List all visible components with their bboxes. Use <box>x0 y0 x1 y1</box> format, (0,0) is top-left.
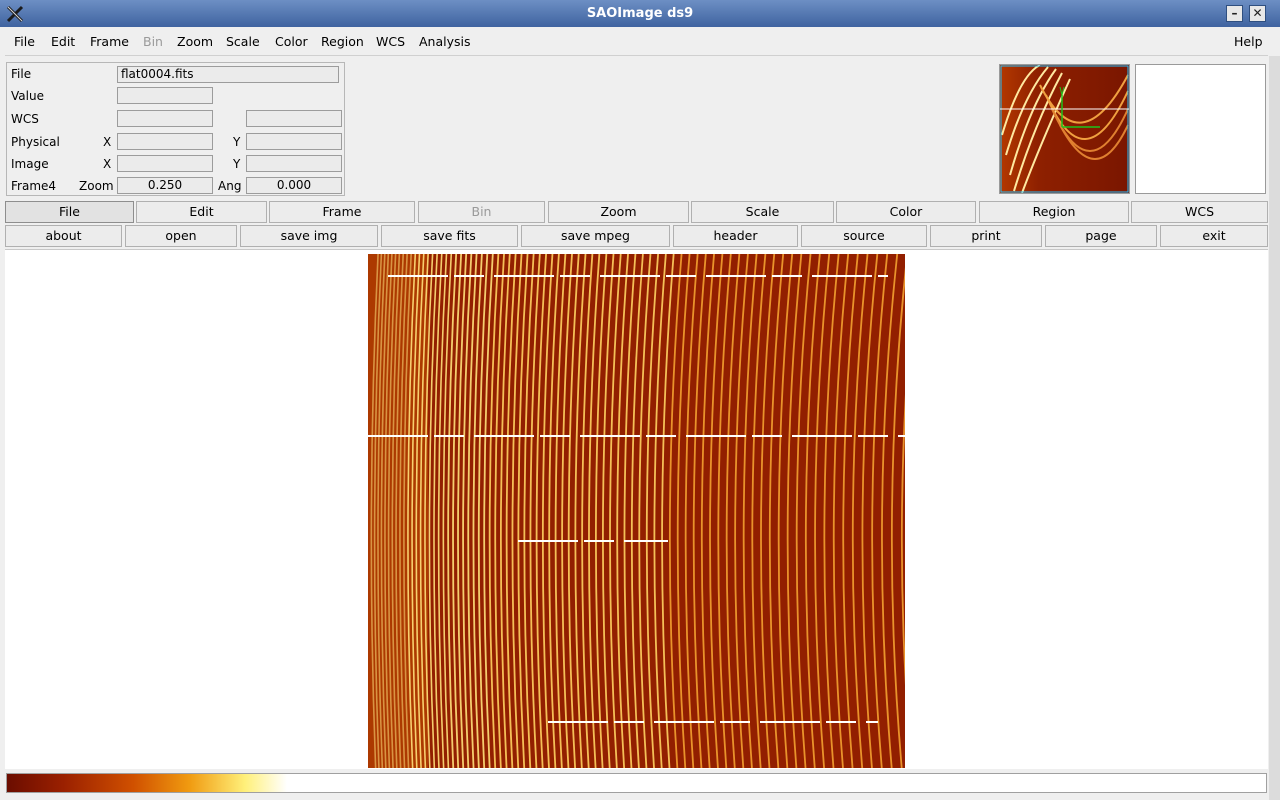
button-file[interactable]: File <box>5 201 134 223</box>
button-save-fits[interactable]: save fits <box>381 225 518 247</box>
image-x-label: X <box>103 157 112 171</box>
value-field <box>117 87 213 104</box>
menu-analysis[interactable]: Analysis <box>419 34 471 49</box>
wcs-label: WCS <box>11 112 39 126</box>
magnifier-view <box>1135 64 1266 194</box>
button-exit[interactable]: exit <box>1160 225 1268 247</box>
button-page[interactable]: page <box>1045 225 1157 247</box>
frame-label: Frame4 <box>11 179 57 193</box>
button-scale[interactable]: Scale <box>691 201 834 223</box>
file-label: File <box>11 67 32 81</box>
close-icon[interactable]: ✕ <box>1249 5 1266 22</box>
menu-bin[interactable]: Bin <box>143 34 163 49</box>
menu-help[interactable]: Help <box>1234 34 1263 49</box>
fringe-pattern <box>368 254 905 768</box>
wcs-y-field <box>246 110 342 127</box>
button-header[interactable]: header <box>673 225 798 247</box>
button-about[interactable]: about <box>5 225 122 247</box>
file-field: flat0004.fits <box>117 66 339 83</box>
image-x-field <box>117 155 213 172</box>
panner-image <box>1000 65 1129 193</box>
button-source[interactable]: source <box>801 225 927 247</box>
button-edit[interactable]: Edit <box>136 201 267 223</box>
button-wcs[interactable]: WCS <box>1131 201 1268 223</box>
menu-zoom[interactable]: Zoom <box>177 34 213 49</box>
physical-y-field <box>246 133 342 150</box>
menu-wcs[interactable]: WCS <box>376 34 405 49</box>
menu-bar: File Edit Frame Bin Zoom Scale Color Reg… <box>5 28 1268 56</box>
button-print[interactable]: print <box>930 225 1042 247</box>
menu-file[interactable]: File <box>14 34 35 49</box>
image-y-field <box>246 155 342 172</box>
button-color[interactable]: Color <box>836 201 976 223</box>
title-bar[interactable]: SAOImage ds9 – ✕ <box>0 0 1280 27</box>
menu-frame[interactable]: Frame <box>90 34 129 49</box>
image-y-label: Y <box>233 157 241 171</box>
colorbar[interactable] <box>6 773 1267 793</box>
physical-x-field <box>117 133 213 150</box>
physical-label: Physical <box>11 135 60 149</box>
window-edge <box>1269 56 1280 800</box>
image-label: Image <box>11 157 49 171</box>
ang-label: Ang <box>218 179 242 193</box>
window-title: SAOImage ds9 <box>586 6 694 21</box>
wcs-x-field <box>117 110 213 127</box>
fits-image[interactable] <box>368 254 905 768</box>
zoom-label: Zoom <box>79 179 114 193</box>
colorbar-gradient <box>7 774 287 792</box>
minimize-icon[interactable]: – <box>1226 5 1243 22</box>
image-canvas[interactable] <box>5 249 1268 769</box>
menu-color[interactable]: Color <box>275 34 308 49</box>
ang-field: 0.000 <box>246 177 342 194</box>
button-bin[interactable]: Bin <box>418 201 545 223</box>
button-save-img[interactable]: save img <box>240 225 378 247</box>
physical-x-label: X <box>103 135 112 149</box>
button-frame[interactable]: Frame <box>269 201 415 223</box>
button-save-mpeg[interactable]: save mpeg <box>521 225 670 247</box>
menu-region[interactable]: Region <box>321 34 364 49</box>
zoom-field: 0.250 <box>117 177 213 194</box>
physical-y-label: Y <box>233 135 241 149</box>
info-panel: File flat0004.fits Value WCS Physical X … <box>6 62 345 196</box>
button-region[interactable]: Region <box>979 201 1129 223</box>
value-label: Value <box>11 89 44 103</box>
panner-thumbnail[interactable] <box>999 64 1130 194</box>
menu-scale[interactable]: Scale <box>226 34 260 49</box>
button-zoom[interactable]: Zoom <box>548 201 689 223</box>
button-open[interactable]: open <box>125 225 237 247</box>
menu-edit[interactable]: Edit <box>51 34 75 49</box>
